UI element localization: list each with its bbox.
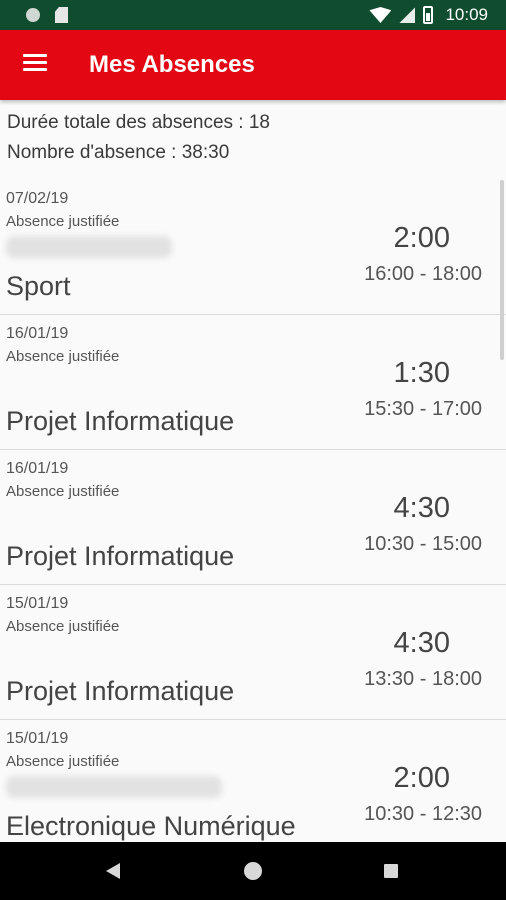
absence-subject: Projet Informatique — [6, 541, 235, 571]
redacted-teacher-name — [6, 776, 222, 798]
cell-signal-icon — [399, 7, 416, 23]
absence-subject: Projet Informatique — [6, 676, 235, 706]
app-bar: Mes Absences — [0, 30, 506, 100]
home-circle-icon[interactable] — [244, 862, 262, 880]
absence-item[interactable]: 16/01/19 Absence justifiée Projet Inform… — [0, 450, 506, 585]
absence-duration: 4:30 — [393, 627, 450, 659]
absence-time-range: 10:30 - 15:00 — [364, 533, 482, 555]
total-duration-text: Durée totale des absences : 18 — [7, 112, 271, 133]
absence-duration: 2:00 — [393, 762, 450, 794]
absence-time-range: 10:30 - 12:30 — [364, 803, 482, 825]
absence-time-range: 13:30 - 18:00 — [364, 668, 482, 690]
absence-status: Absence justifiée — [6, 348, 120, 365]
status-time: 10:09 — [445, 5, 488, 24]
absence-count-text: Nombre d'absence : 38:30 — [7, 142, 230, 163]
absence-date: 16/01/19 — [6, 325, 69, 342]
status-indicators: 10:09 — [369, 0, 488, 30]
absence-duration: 2:00 — [393, 222, 450, 254]
absence-duration: 1:30 — [393, 357, 450, 389]
status-bar: 10:09 — [0, 0, 506, 30]
back-triangle-icon[interactable] — [106, 863, 120, 879]
wifi-icon — [369, 7, 392, 23]
absence-time-range: 16:00 - 18:00 — [364, 263, 482, 285]
absence-time-range: 15:30 - 17:00 — [364, 398, 482, 420]
absence-subject: Projet Informatique — [6, 406, 235, 436]
absence-subject: Sport — [6, 271, 71, 301]
absence-item[interactable]: 07/02/19 Absence justifiée Sport 2:00 16… — [0, 180, 506, 315]
scrollbar-thumb[interactable] — [500, 180, 504, 360]
hamburger-menu-icon[interactable] — [23, 53, 47, 73]
absence-date: 15/01/19 — [6, 595, 69, 612]
absence-list[interactable]: 07/02/19 Absence justifiée Sport 2:00 16… — [0, 180, 506, 855]
absence-item[interactable]: 15/01/19 Absence justifiée Projet Inform… — [0, 585, 506, 720]
notification-icon — [26, 8, 40, 22]
absence-status: Absence justifiée — [6, 213, 120, 230]
absence-status: Absence justifiée — [6, 483, 120, 500]
absence-date: 07/02/19 — [6, 190, 69, 207]
absence-status: Absence justifiée — [6, 618, 120, 635]
absence-subject: Electronique Numérique — [6, 811, 296, 841]
absence-status: Absence justifiée — [6, 753, 120, 770]
absence-date: 16/01/19 — [6, 460, 69, 477]
absence-item[interactable]: 15/01/19 Absence justifiée Electronique … — [0, 720, 506, 855]
absence-summary: Durée totale des absences : 18 Nombre d'… — [7, 108, 270, 168]
absence-item[interactable]: 16/01/19 Absence justifiée Projet Inform… — [0, 315, 506, 450]
system-nav-bar — [0, 842, 506, 900]
absence-date: 15/01/19 — [6, 730, 69, 747]
recent-apps-square-icon[interactable] — [384, 864, 398, 878]
sd-card-icon — [55, 7, 68, 23]
redacted-teacher-name — [6, 236, 172, 258]
battery-icon — [423, 6, 434, 24]
page-title: Mes Absences — [89, 51, 255, 78]
absence-duration: 4:30 — [393, 492, 450, 524]
